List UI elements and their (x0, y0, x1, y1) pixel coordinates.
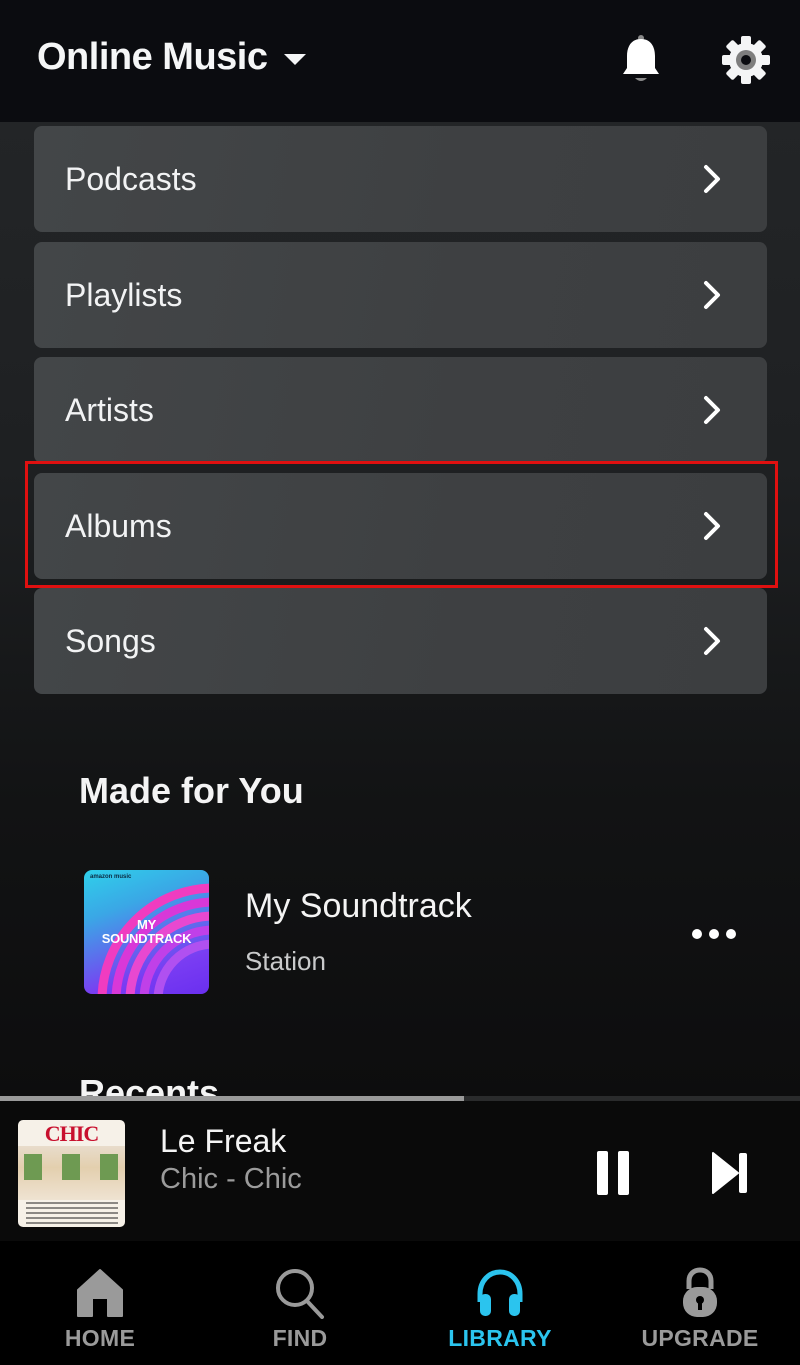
chevron-right-icon (701, 510, 723, 542)
nav-upgrade[interactable]: UPGRADE (600, 1241, 800, 1365)
nav-library[interactable]: LIBRARY (400, 1241, 600, 1365)
library-item-podcasts[interactable]: Podcasts (34, 126, 767, 232)
now-playing-artist-album[interactable]: Chic - Chic (160, 1163, 302, 1196)
recents-heading: Recents (79, 1072, 220, 1097)
cover-title-line2: SOUNDTRACK (101, 931, 192, 946)
chevron-right-icon (701, 394, 723, 426)
library-item-label: Albums (65, 507, 172, 544)
nav-label: UPGRADE (641, 1325, 759, 1351)
more-options-button[interactable] (692, 924, 736, 944)
pause-icon-bar (597, 1151, 608, 1195)
now-playing-title[interactable]: Le Freak (160, 1123, 286, 1160)
now-playing-bar: CHIC Le Freak Chic - Chic (0, 1101, 800, 1241)
notifications-button[interactable] (611, 30, 671, 90)
album-logo: CHIC (44, 1121, 99, 1146)
source-selector[interactable]: Online Music (37, 36, 307, 79)
nav-label: HOME (64, 1325, 136, 1351)
skip-next-icon (712, 1152, 747, 1194)
pause-button[interactable] (588, 1145, 638, 1201)
skip-next-button[interactable] (706, 1149, 754, 1197)
chevron-right-icon (701, 163, 723, 195)
nav-home[interactable]: HOME (0, 1241, 200, 1365)
more-dot (709, 929, 719, 939)
library-item-label: Playlists (65, 276, 183, 313)
station-cover-art: amazon music MY SOUNDTRACK (84, 870, 209, 994)
settings-button[interactable] (716, 30, 776, 90)
now-playing-album-art[interactable]: CHIC (18, 1120, 125, 1227)
station-subtitle: Station (245, 946, 326, 976)
gear-icon (722, 36, 770, 84)
more-dot (692, 929, 702, 939)
caret-down-icon (284, 54, 307, 65)
header-title: Online Music (37, 36, 268, 78)
chevron-right-icon (701, 625, 723, 657)
lock-icon (672, 1265, 728, 1321)
home-icon (72, 1265, 128, 1321)
station-title: My Soundtrack (245, 887, 472, 925)
cover-title-line1: MY (137, 917, 156, 932)
headphones-icon (472, 1265, 528, 1321)
library-item-playlists[interactable]: Playlists (34, 242, 767, 348)
station-text: My Soundtrack Station (245, 887, 472, 977)
album-window (24, 1154, 42, 1180)
album-window (100, 1154, 118, 1180)
library-item-albums[interactable]: Albums (34, 473, 767, 579)
cover-title: MY SOUNDTRACK (84, 918, 209, 946)
bottom-navigation: HOME FIND LIBRARY UPGRADE (0, 1241, 800, 1365)
album-text-lines (26, 1202, 118, 1224)
made-for-you-heading: Made for You (79, 770, 304, 811)
library-item-artists[interactable]: Artists (34, 357, 767, 463)
cover-brand: amazon music (90, 874, 132, 880)
chevron-right-icon (701, 279, 723, 311)
nav-label: FIND (272, 1325, 328, 1351)
search-icon (272, 1265, 328, 1321)
nav-label: LIBRARY (448, 1325, 552, 1351)
pause-icon-bar (618, 1151, 629, 1195)
library-item-label: Podcasts (65, 160, 197, 197)
more-dot (726, 929, 736, 939)
bell-icon (623, 35, 659, 81)
library-item-songs[interactable]: Songs (34, 588, 767, 694)
album-window (62, 1154, 80, 1180)
library-content: Podcasts Playlists Artists Albums Songs … (0, 122, 800, 1097)
nav-find[interactable]: FIND (200, 1241, 400, 1365)
app-header: Online Music (0, 0, 800, 122)
made-for-you-item[interactable]: amazon music MY SOUNDTRACK My Soundtrack… (84, 870, 764, 994)
library-item-label: Artists (65, 391, 154, 428)
library-item-label: Songs (65, 622, 156, 659)
